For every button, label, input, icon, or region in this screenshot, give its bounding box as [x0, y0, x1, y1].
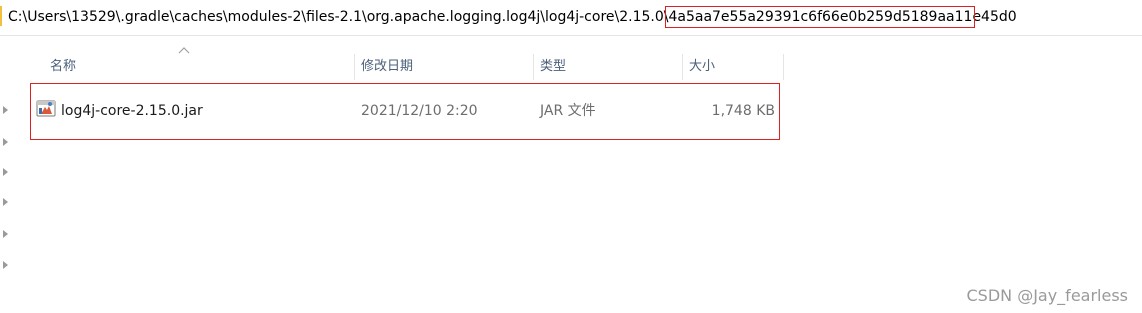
address-path-hash-rest: e45d0 [972, 9, 1017, 25]
column-header-modified[interactable]: 修改日期 [355, 52, 533, 82]
nav-expand-arrow-icon[interactable] [3, 168, 8, 176]
address-bar-edge [0, 6, 2, 26]
column-header-name[interactable]: 名称 [44, 52, 354, 82]
file-size: 1,748 KB [711, 103, 775, 119]
column-divider[interactable] [783, 54, 784, 80]
navigation-pane [0, 36, 14, 313]
address-path-prefix: C:\Users\13529\.gradle\caches\modules-2\… [8, 9, 669, 25]
nav-expand-arrow-icon[interactable] [3, 138, 8, 146]
address-path-hash-highlight: 4a5aa7e55a29391c6f66e0b259d5189aa11 [665, 6, 976, 28]
address-bar[interactable]: C:\Users\13529\.gradle\caches\modules-2\… [0, 0, 1142, 36]
column-header-type[interactable]: 类型 [534, 52, 682, 82]
nav-expand-arrow-icon[interactable] [3, 198, 8, 206]
file-explorer-window: C:\Users\13529\.gradle\caches\modules-2\… [0, 0, 1142, 313]
address-path[interactable]: C:\Users\13529\.gradle\caches\modules-2\… [8, 6, 1017, 28]
column-header-row: 名称 修改日期 类型 大小 [14, 52, 784, 82]
file-type: JAR 文件 [540, 103, 596, 119]
nav-expand-arrow-icon[interactable] [3, 261, 8, 269]
file-modified-date: 2021/12/10 2:20 [361, 103, 478, 119]
watermark-text: CSDN @Jay_fearless [966, 286, 1128, 305]
column-header-size[interactable]: 大小 [683, 52, 783, 82]
jar-file-icon [36, 100, 56, 117]
nav-expand-arrow-icon[interactable] [3, 230, 8, 238]
file-list-item[interactable]: log4j-core-2.15.0.jar 2021/12/10 2:20 JA… [30, 83, 780, 140]
file-name[interactable]: log4j-core-2.15.0.jar [61, 84, 351, 138]
nav-expand-arrow-icon[interactable] [3, 106, 8, 114]
